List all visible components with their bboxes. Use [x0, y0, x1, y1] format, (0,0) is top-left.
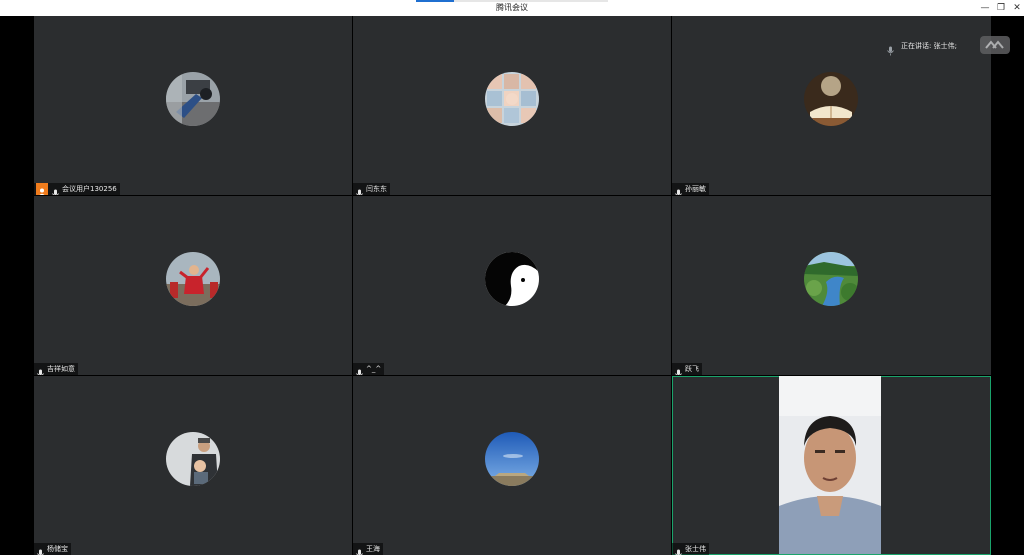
microphone-icon[interactable] [355, 544, 364, 555]
man-with-baby-avatar [166, 432, 220, 486]
participant-name-label: ^_^ [353, 363, 385, 375]
river-valley-avatar [804, 252, 858, 306]
anime-silhouette-avatar [485, 252, 539, 306]
participant-tile[interactable]: 会议用户130256 [34, 16, 352, 195]
participant-tile[interactable]: 王海 [353, 376, 671, 555]
festival-dancer-avatar [166, 252, 220, 306]
microphone-icon[interactable] [36, 364, 45, 375]
collapse-icon [985, 40, 1004, 49]
participant-name-label: 张士伟 [672, 543, 709, 555]
title-bar: 腾讯会议 — ❐ ✕ [0, 0, 1024, 16]
microphone-icon[interactable] [674, 364, 683, 375]
participant-avatar [485, 432, 539, 486]
participant-name: 杨储宝 [47, 545, 68, 553]
microphone-icon[interactable] [674, 184, 683, 195]
participant-name-label: 孙丽敏 [672, 183, 709, 195]
participant-name: 王海 [366, 545, 380, 553]
window-title: 腾讯会议 [496, 3, 528, 12]
book-dandelion-avatar [804, 72, 858, 126]
microphone-icon[interactable] [36, 544, 45, 555]
participant-tile[interactable]: 闫东东 [353, 16, 671, 195]
participant-tile[interactable]: 吉祥如意 [34, 196, 352, 375]
minimize-button[interactable]: — [978, 1, 992, 15]
participant-name: 吉祥如意 [47, 365, 75, 373]
participant-tile[interactable]: 杨储宝 [34, 376, 352, 555]
live-video-feed [779, 376, 881, 554]
participant-name: ^_^ [366, 365, 382, 373]
kids-collage-avatar [485, 72, 539, 126]
participant-tile[interactable]: 跃飞 [672, 196, 991, 375]
blue-sky-avatar [485, 432, 539, 486]
speaking-indicator: 正在讲话: 张士伟; [886, 40, 957, 56]
participant-avatar [804, 252, 858, 306]
participant-video [779, 376, 881, 554]
participant-tile[interactable]: ^_^ [353, 196, 671, 375]
participant-name: 张士伟 [685, 545, 706, 553]
participant-avatar [166, 432, 220, 486]
participant-avatar [166, 252, 220, 306]
participant-avatar [485, 252, 539, 306]
participant-avatar [804, 72, 858, 126]
participant-name-label: 闫东东 [353, 183, 390, 195]
close-button[interactable]: ✕ [1010, 1, 1024, 15]
participant-name: 孙丽敏 [685, 185, 706, 193]
participant-name-label: 会议用户130256 [34, 183, 120, 195]
collapse-panel-button[interactable] [980, 36, 1010, 54]
participant-name: 闫东东 [366, 185, 387, 193]
participant-tile-active-speaker[interactable]: 张士伟 [672, 376, 991, 555]
participant-name: 跃飞 [685, 365, 699, 373]
host-icon [36, 183, 48, 195]
street-photo-avatar [166, 72, 220, 126]
restore-button[interactable]: ❐ [994, 1, 1008, 15]
microphone-icon[interactable] [355, 184, 364, 195]
participant-name-label: 吉祥如意 [34, 363, 78, 375]
participant-grid: 会议用户130256 闫东东 孙丽敏 吉祥如意 ^_^ 跃飞 杨储宝 王海 张士… [34, 16, 991, 555]
participant-name: 会议用户130256 [62, 185, 117, 193]
participant-name-label: 跃飞 [672, 363, 702, 375]
microphone-icon[interactable] [674, 544, 683, 555]
participant-name-label: 杨储宝 [34, 543, 71, 555]
participant-avatar [166, 72, 220, 126]
speaking-microphone-icon [886, 41, 895, 56]
participant-avatar [485, 72, 539, 126]
speaking-text: 正在讲话: 张士伟; [901, 42, 957, 50]
microphone-icon[interactable] [51, 184, 60, 195]
participant-name-label: 王海 [353, 543, 383, 555]
microphone-icon[interactable] [355, 364, 364, 375]
